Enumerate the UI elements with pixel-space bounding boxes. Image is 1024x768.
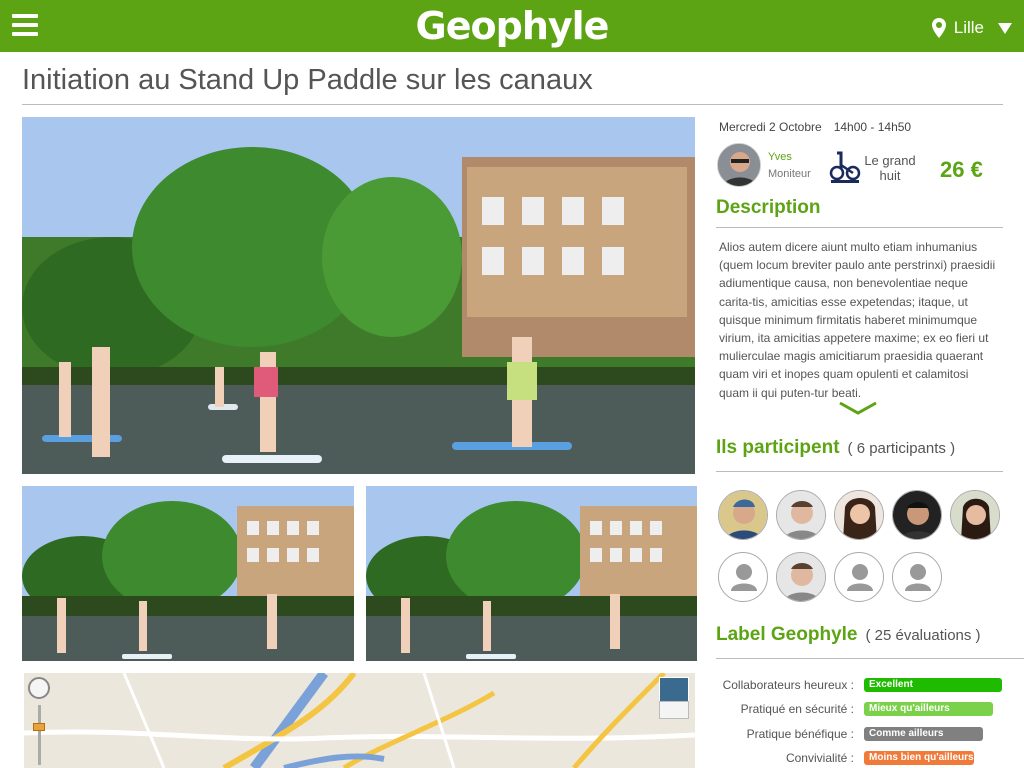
description-text: Alios autem dicere aiunt multo etiam inh…	[719, 240, 996, 400]
location-pin-icon	[931, 18, 946, 38]
participant-avatar[interactable]	[776, 552, 826, 602]
title-divider	[22, 104, 1003, 105]
instructor-avatar[interactable]	[717, 143, 761, 187]
participants-count: ( 6 participants )	[847, 440, 956, 457]
venue-logo-icon[interactable]	[827, 145, 863, 185]
participant-avatar[interactable]	[892, 490, 942, 540]
date-time-line: Mercredi 2 Octobre 14h00 - 14h50	[719, 120, 911, 134]
instructor-name[interactable]: Yves	[768, 151, 792, 163]
label-heading: Label Geophyle ( 25 évaluations )	[716, 624, 981, 646]
city-name: Lille	[953, 18, 984, 37]
map-pan-control[interactable]	[28, 677, 50, 699]
rating-row: Convivialité : Moins bien qu'ailleurs	[712, 749, 1012, 765]
evaluations-count: ( 25 évaluations )	[865, 627, 981, 644]
participant-avatar[interactable]	[718, 490, 768, 540]
rating-label: Pratiqué en sécurité :	[740, 702, 854, 716]
location-map[interactable]	[24, 673, 695, 768]
thumbnail-photo-1[interactable]	[22, 486, 354, 661]
description-heading-text: Description	[716, 197, 821, 218]
thumbnail-photo-2[interactable]	[366, 486, 697, 661]
venue-name[interactable]: Le grand huit	[864, 153, 916, 183]
rating-row: Pratique bénéfique : Comme ailleurs	[712, 725, 1012, 741]
rating-badge-better: Mieux qu'ailleurs	[864, 702, 993, 716]
page-title: Initiation au Stand Up Paddle sur les ca…	[22, 64, 593, 96]
description-divider	[716, 227, 1003, 228]
main-photo[interactable]	[22, 117, 695, 474]
participant-avatar[interactable]	[950, 490, 1000, 540]
instructor-role: Moniteur	[768, 168, 811, 180]
participant-avatar[interactable]	[834, 490, 884, 540]
top-bar: Geophyle Lille	[0, 0, 1024, 52]
label-heading-text: Label Geophyle	[716, 624, 858, 645]
city-selector[interactable]: Lille	[931, 18, 1012, 38]
label-divider	[716, 658, 1024, 659]
rating-label: Pratique bénéfique :	[746, 727, 854, 741]
participant-avatar[interactable]	[776, 490, 826, 540]
activity-time: 14h00 - 14h50	[833, 120, 912, 134]
rating-row: Pratiqué en sécurité : Mieux qu'ailleurs	[712, 700, 1012, 716]
participant-placeholder-avatar[interactable]	[834, 552, 884, 602]
rating-badge-worse: Moins bien qu'ailleurs	[864, 751, 974, 765]
map-zoom-slider[interactable]	[38, 705, 41, 765]
participant-placeholder-avatar[interactable]	[892, 552, 942, 602]
participants-heading: Ils participent ( 6 participants )	[716, 437, 955, 459]
chevron-down-icon	[998, 22, 1012, 34]
rating-badge-excellent: Excellent	[864, 678, 1002, 692]
rating-label: Collaborateurs heureux :	[722, 678, 854, 692]
participants-divider	[716, 471, 1003, 472]
rating-row: Collaborateurs heureux : Excellent	[712, 676, 1012, 692]
logo[interactable]: Geophyle	[0, 4, 1024, 48]
participants-heading-text: Ils participent	[716, 437, 840, 458]
price: 26 €	[940, 157, 983, 182]
rating-badge-same: Comme ailleurs	[864, 727, 983, 741]
map-zoom-handle[interactable]	[33, 723, 45, 731]
map-traffic-toggle[interactable]	[659, 701, 689, 719]
participant-placeholder-avatar[interactable]	[718, 552, 768, 602]
description-heading: Description	[716, 197, 821, 219]
activity-date: Mercredi 2 Octobre	[719, 120, 822, 134]
expand-chevron-icon[interactable]	[838, 400, 878, 416]
rating-label: Convivialité :	[785, 751, 854, 765]
